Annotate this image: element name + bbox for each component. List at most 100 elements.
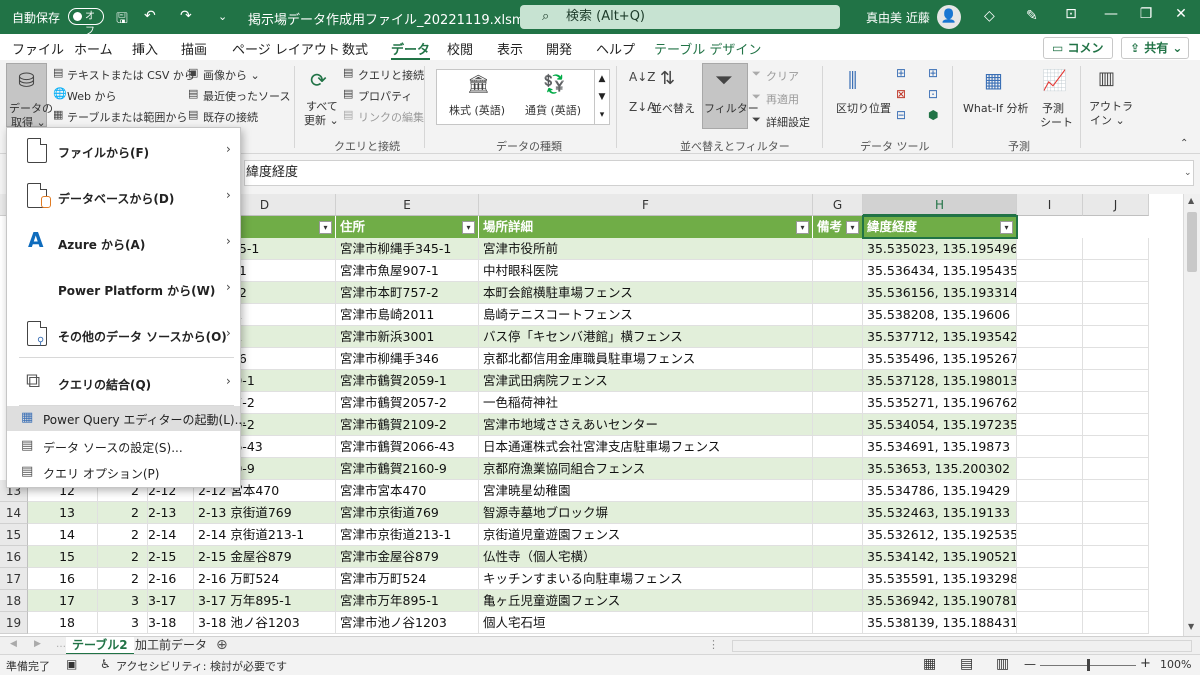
flash-fill-icon[interactable]: ⊞	[896, 66, 906, 80]
properties-button[interactable]: プロパティ	[358, 88, 412, 104]
table-cell-a[interactable]: 14	[28, 524, 98, 546]
table-cell-h[interactable]: 35.532463, 135.19133	[863, 502, 1017, 524]
table-cell-f[interactable]: 亀ヶ丘児童遊園フェンス	[479, 590, 813, 612]
row-header[interactable]: 17	[0, 568, 28, 590]
autosave-toggle[interactable]: オフ	[68, 8, 104, 37]
table-cell-f[interactable]: 京街道児童遊園フェンス	[479, 524, 813, 546]
table-cell-f[interactable]: 個人宅石垣	[479, 612, 813, 634]
zoom-slider-thumb[interactable]	[1087, 659, 1090, 671]
table-cell-f[interactable]: 宮津暁星幼稚園	[479, 480, 813, 502]
table-cell-h[interactable]: 35.534691, 135.19873	[863, 436, 1017, 458]
from-table-range-button[interactable]: テーブルまたは範囲から	[67, 109, 187, 125]
table-cell-g[interactable]	[813, 326, 863, 348]
table-cell-g[interactable]	[813, 238, 863, 260]
empty-cell[interactable]	[1017, 458, 1083, 480]
empty-cell[interactable]	[1083, 260, 1149, 282]
table-cell-f[interactable]: 本町会館横駐車場フェンス	[479, 282, 813, 304]
table-cell-e[interactable]: 宮津市本町757-2	[336, 282, 479, 304]
empty-cell[interactable]	[1083, 436, 1149, 458]
table-cell-b[interactable]: 2	[98, 546, 148, 568]
tab-table-design[interactable]: テーブル デザイン	[654, 39, 761, 58]
empty-cell[interactable]	[1083, 326, 1149, 348]
table-cell-f[interactable]: 一色稲荷神社	[479, 392, 813, 414]
empty-cell[interactable]	[1083, 612, 1149, 634]
empty-cell[interactable]	[1017, 546, 1083, 568]
currency-datatype-button[interactable]: 通貨 (英語)	[525, 102, 581, 118]
next-sheet-icon[interactable]: ▶	[34, 639, 41, 649]
empty-cell[interactable]	[1017, 238, 1083, 260]
search-box[interactable]: ⌕ 検索 (Alt+Q)	[520, 5, 840, 29]
table-header-g[interactable]: 備考 ▾	[813, 216, 863, 238]
empty-cell[interactable]	[1017, 480, 1083, 502]
sheet-tab-table2[interactable]: テーブル2	[66, 637, 134, 655]
empty-cell[interactable]	[1017, 590, 1083, 612]
table-cell-h[interactable]: 35.534054, 135.197235	[863, 414, 1017, 436]
menu-query-options[interactable]: ▤ クエリ オプション(P)	[7, 460, 240, 485]
empty-cell[interactable]	[1017, 568, 1083, 590]
table-cell-f[interactable]: バス停「キセンバ港館」横フェンス	[479, 326, 813, 348]
sort-button[interactable]: 並べ替え	[651, 100, 695, 116]
table-cell-h[interactable]: 35.532612, 135.192535	[863, 524, 1017, 546]
menu-from-file[interactable]: ファイルから(F) ›	[7, 128, 240, 172]
empty-cell[interactable]	[1017, 260, 1083, 282]
table-cell-e[interactable]: 宮津市京街道769	[336, 502, 479, 524]
add-sheet-icon[interactable]: ⊕	[216, 637, 228, 653]
table-cell-d[interactable]: 2-16 万町524	[194, 568, 336, 590]
from-web-button[interactable]: Web から	[67, 88, 116, 104]
column-header-h[interactable]: H	[863, 194, 1017, 216]
remove-duplicates-icon[interactable]: ⊠	[896, 87, 906, 101]
table-cell-e[interactable]: 宮津市万年895-1	[336, 590, 479, 612]
empty-cell[interactable]	[1017, 370, 1083, 392]
gallery-scroll[interactable]: ▲ ▼ ▾	[594, 69, 610, 125]
menu-from-power-platform[interactable]: Power Platform から(W) ›	[7, 266, 240, 310]
table-cell-d[interactable]: 2-15 金屋谷879	[194, 546, 336, 568]
table-cell-a[interactable]: 15	[28, 546, 98, 568]
table-cell-e[interactable]: 宮津市池ノ谷1203	[336, 612, 479, 634]
close-icon[interactable]: ✕	[1166, 6, 1196, 22]
menu-launch-power-query[interactable]: ▦ Power Query エディターの起動(L)...	[7, 406, 246, 431]
table-cell-f[interactable]: 日本通運株式会社宮津支店駐車場フェンス	[479, 436, 813, 458]
horizontal-scrollbar[interactable]	[732, 640, 1192, 652]
table-cell-g[interactable]	[813, 260, 863, 282]
empty-cell[interactable]	[1083, 370, 1149, 392]
normal-view-icon[interactable]: ▦	[923, 656, 936, 672]
table-cell-c[interactable]: 2-14	[148, 524, 194, 546]
table-cell-g[interactable]	[813, 568, 863, 590]
tab-help[interactable]: ヘルプ	[596, 39, 635, 58]
menu-data-source-settings[interactable]: ▤ データ ソースの設定(S)...	[7, 434, 240, 459]
share-button[interactable]: ⇪ 共有 ⌄	[1121, 37, 1189, 59]
table-cell-h[interactable]: 35.53653, 135.200302	[863, 458, 1017, 480]
undo-icon[interactable]: ↶	[144, 8, 156, 24]
table-cell-h[interactable]: 35.534142, 135.190521	[863, 546, 1017, 568]
table-cell-f[interactable]: 智源寺墓地ブロック塀	[479, 502, 813, 524]
row-header[interactable]: 18	[0, 590, 28, 612]
filter-dropdown-icon[interactable]: ▾	[462, 221, 475, 234]
table-cell-h[interactable]: 35.537128, 135.198013	[863, 370, 1017, 392]
table-cell-g[interactable]	[813, 282, 863, 304]
table-cell-e[interactable]: 宮津市鶴賀2057-2	[336, 392, 479, 414]
table-cell-g[interactable]	[813, 546, 863, 568]
row-header[interactable]: 15	[0, 524, 28, 546]
table-cell-g[interactable]	[813, 304, 863, 326]
table-cell-g[interactable]	[813, 436, 863, 458]
table-cell-c[interactable]: 2-16	[148, 568, 194, 590]
advanced-filter-button[interactable]: 詳細設定	[766, 114, 810, 130]
vertical-scrollbar[interactable]: ▲ ▼	[1183, 194, 1200, 636]
zoom-in-icon[interactable]: +	[1140, 656, 1151, 671]
table-cell-b[interactable]: 2	[98, 568, 148, 590]
filter-dropdown-icon[interactable]: ▾	[319, 221, 332, 234]
collapse-ribbon-icon[interactable]: ⌃	[1180, 138, 1188, 149]
empty-cell[interactable]	[1017, 414, 1083, 436]
table-cell-g[interactable]	[813, 612, 863, 634]
table-cell-a[interactable]: 16	[28, 568, 98, 590]
table-cell-f[interactable]: 京都府漁業協同組合フェンス	[479, 458, 813, 480]
table-cell-h[interactable]: 35.538208, 135.19606	[863, 304, 1017, 326]
minimize-icon[interactable]: —	[1096, 6, 1126, 22]
table-cell-e[interactable]: 宮津市魚屋907-1	[336, 260, 479, 282]
empty-cell[interactable]	[1083, 590, 1149, 612]
table-cell-f[interactable]: 京都北都信用金庫職員駐車場フェンス	[479, 348, 813, 370]
vertical-scroll-thumb[interactable]	[1187, 212, 1197, 272]
recent-sources-button[interactable]: 最近使ったソース	[203, 88, 290, 104]
table-cell-g[interactable]	[813, 370, 863, 392]
empty-cell[interactable]	[1083, 414, 1149, 436]
